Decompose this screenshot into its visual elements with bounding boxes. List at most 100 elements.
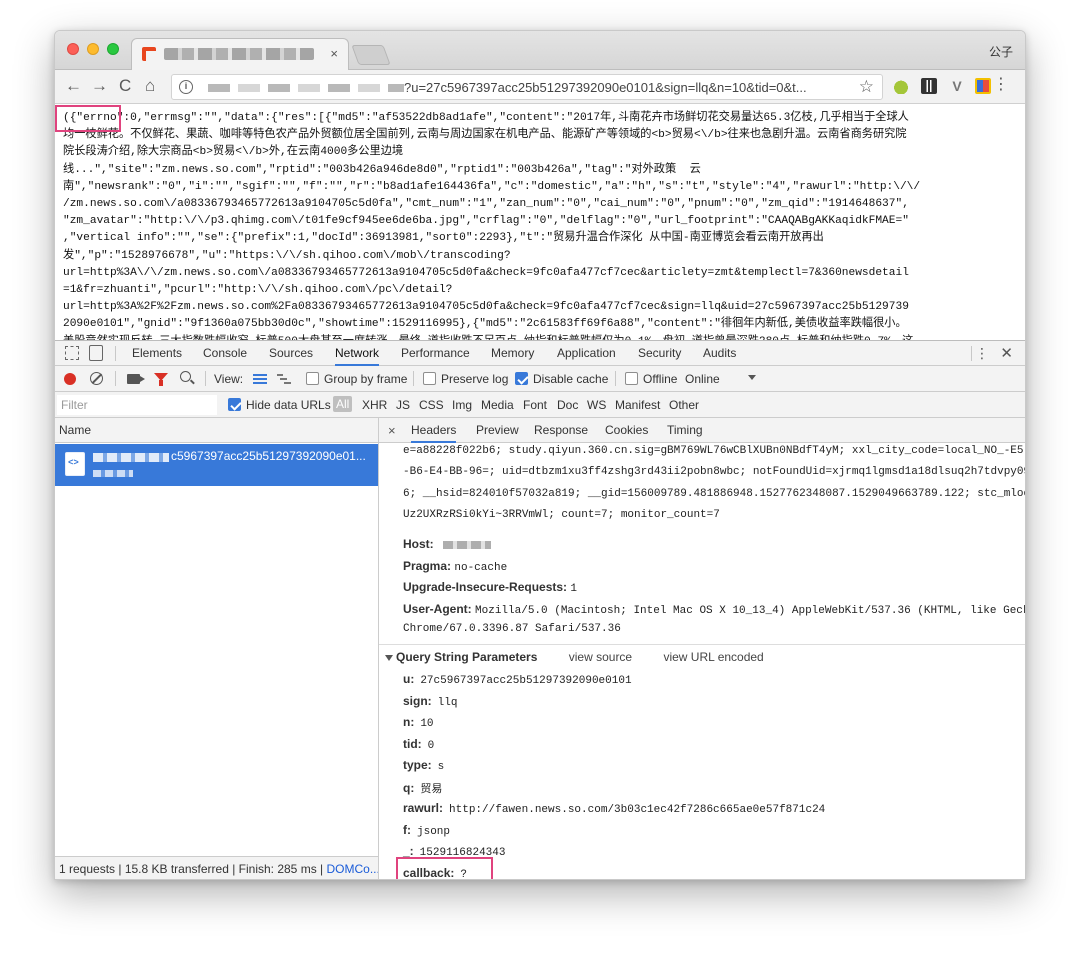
offline-label[interactable]: Offline [643, 372, 677, 386]
domcontentloaded-link[interactable]: DOMCo... [326, 862, 378, 876]
param-value: 27c5967397acc25b51297392090e0101 [420, 675, 632, 687]
tab-close-icon[interactable]: × [330, 46, 338, 61]
profile-name[interactable]: 公子 [989, 43, 1013, 60]
json-line: 院长段涛介绍,除大宗商品<b>贸易<\/b>外,在云南4000多公里边境 [63, 146, 404, 159]
minimize-window-button[interactable] [87, 43, 99, 55]
json-line: ,"vertical info":"","se":{"prefix":1,"do… [63, 232, 824, 245]
query-string-section-header[interactable]: Query String Parameters view source view… [385, 650, 764, 664]
tab-elements[interactable]: Elements [132, 341, 182, 366]
large-rows-icon[interactable] [253, 374, 267, 384]
type-filter-img[interactable]: Img [452, 398, 472, 412]
expand-triangle-icon[interactable] [385, 654, 393, 661]
tab-network[interactable]: Network [335, 341, 380, 366]
search-icon[interactable] [180, 371, 191, 382]
screenshot-camera-icon[interactable] [127, 374, 145, 384]
throttling-select[interactable]: Online [685, 372, 720, 386]
type-filter-js[interactable]: JS [396, 398, 410, 412]
disable-cache-checkbox[interactable] [515, 372, 528, 385]
offline-checkbox[interactable] [625, 372, 638, 385]
device-toolbar-icon[interactable] [89, 345, 103, 361]
name-column-header[interactable]: Name [55, 418, 378, 443]
tab-title-redacted [164, 48, 314, 60]
devtools-close-icon[interactable]: ✕ [1000, 344, 1013, 362]
site-info-icon[interactable]: i [179, 80, 193, 94]
android-extension-icon[interactable] [893, 78, 909, 94]
tab-audits[interactable]: Audits [703, 341, 736, 366]
group-by-frame-label[interactable]: Group by frame [324, 372, 407, 386]
type-filter-ws[interactable]: WS [587, 398, 606, 412]
type-filter-manifest[interactable]: Manifest [615, 398, 660, 412]
header-pragma: Pragma: no-cache [403, 559, 507, 574]
inspect-element-icon[interactable] [65, 346, 79, 360]
header-name: Upgrade-Insecure-Requests: [403, 580, 568, 594]
hide-data-urls-checkbox[interactable] [228, 398, 241, 411]
header-user-agent: User-Agent: Mozilla/5.0 (Macintosh; Inte… [403, 602, 1025, 617]
forward-arrow-icon[interactable]: → [91, 76, 108, 96]
new-tab-button[interactable] [351, 45, 391, 65]
preserve-log-checkbox[interactable] [423, 372, 436, 385]
cookie-line: 6; __hsid=824010f57032a819; __gid=156009… [403, 487, 1026, 500]
chevron-down-icon[interactable] [748, 375, 756, 380]
bookmark-star-icon[interactable]: ☆ [859, 77, 874, 97]
address-bar[interactable]: i ?u=27c5967397acc25b51297392090e0101&si… [171, 74, 883, 100]
tab-security[interactable]: Security [638, 341, 681, 366]
callback-highlight-box [396, 857, 493, 879]
preserve-log-label[interactable]: Preserve log [441, 372, 508, 386]
section-title[interactable]: Query String Parameters [396, 650, 537, 664]
type-filter-xhr[interactable]: XHR [362, 398, 387, 412]
type-filter-doc[interactable]: Doc [557, 398, 578, 412]
colorful-extension-icon[interactable] [975, 78, 991, 94]
tab-timing[interactable]: Timing [667, 418, 703, 443]
close-window-button[interactable] [67, 43, 79, 55]
request-name[interactable]: c5967397acc25b51297392090e01... [171, 449, 366, 463]
close-detail-icon[interactable]: × [388, 423, 396, 438]
devtools-menu-icon[interactable]: ⋮ [975, 345, 989, 362]
tab-console[interactable]: Console [203, 341, 247, 366]
tab-cookies[interactable]: Cookies [605, 418, 648, 443]
browser-menu-icon[interactable]: ⋮ [993, 77, 1009, 93]
devtools-tab-bar: Elements Console Sources Network Perform… [55, 341, 1025, 366]
param-name: rawurl: [403, 801, 444, 815]
type-filter-font[interactable]: Font [523, 398, 547, 412]
filter-funnel-icon[interactable] [154, 373, 168, 386]
filter-input[interactable] [57, 395, 217, 415]
hide-data-urls-label[interactable]: Hide data URLs [246, 398, 331, 412]
overview-icon[interactable] [277, 374, 291, 384]
url-text[interactable]: ?u=27c5967397acc25b51297392090e0101&sign… [404, 80, 807, 95]
type-filter-other[interactable]: Other [669, 398, 699, 412]
tab-preview[interactable]: Preview [476, 418, 519, 443]
tab-headers[interactable]: Headers [411, 418, 457, 443]
param-name: sign: [403, 693, 432, 708]
v-extension-icon[interactable]: V [949, 78, 965, 94]
qr-code-extension-icon[interactable] [921, 78, 937, 94]
view-source-link[interactable]: view source [569, 650, 632, 664]
record-icon[interactable] [64, 373, 76, 385]
request-detail-pane: × Headers Preview Response Cookies Timin… [379, 418, 1026, 879]
home-icon[interactable]: ⌂ [145, 76, 155, 96]
param-name: n: [403, 715, 415, 729]
zoom-window-button[interactable] [107, 43, 119, 55]
query-param-row: f: jsonp [403, 823, 450, 838]
browser-tab[interactable]: × [131, 38, 349, 70]
tab-sources[interactable]: Sources [269, 341, 313, 366]
type-filter-media[interactable]: Media [481, 398, 514, 412]
group-by-frame-checkbox[interactable] [306, 372, 319, 385]
divider [205, 371, 206, 386]
header-name: Host: [403, 537, 434, 551]
tab-performance[interactable]: Performance [401, 341, 470, 366]
tab-response[interactable]: Response [534, 418, 588, 443]
request-row[interactable]: c5967397acc25b51297392090e01... [55, 444, 378, 486]
view-url-encoded-link[interactable]: view URL encoded [663, 650, 763, 664]
tab-application[interactable]: Application [557, 341, 616, 366]
disable-cache-label[interactable]: Disable cache [533, 372, 608, 386]
reload-icon[interactable]: C [119, 76, 131, 96]
header-name: User-Agent: [403, 602, 472, 616]
json-line: url=http%3A%2F%2Fzm.news.so.com%2Fa08336… [63, 301, 909, 314]
clear-icon[interactable] [90, 372, 103, 385]
divider [971, 346, 972, 361]
tab-memory[interactable]: Memory [491, 341, 534, 366]
param-value: 10 [420, 718, 434, 730]
type-filter-css[interactable]: CSS [419, 398, 444, 412]
type-filter-all[interactable]: All [333, 396, 353, 412]
back-arrow-icon[interactable]: ← [65, 76, 82, 96]
